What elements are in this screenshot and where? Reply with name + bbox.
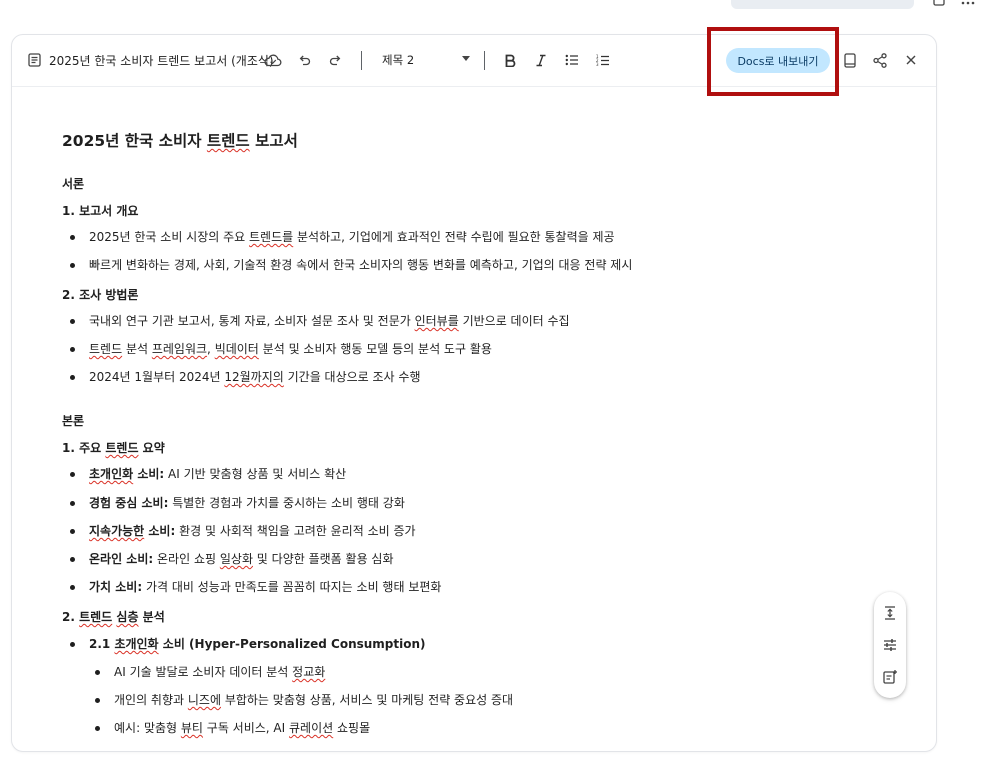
list-item: 국내외 연구 기관 보고서, 통계 자료, 소비자 설문 조사 및 전문가 인터… [70,313,570,329]
numbered-list-icon[interactable]: 123 [596,53,610,67]
list-item: 예시: 맞춤형 뷰티 구독 서비스, AI 큐레이션 쇼핑몰 [95,720,370,736]
svg-text:3: 3 [596,62,599,67]
add-note-icon[interactable] [882,669,898,685]
paragraph-style-select[interactable]: 제목 2 [382,49,470,71]
subsection-heading: 2. 트렌드 심층 분석 [62,610,165,624]
apps-icon[interactable] [933,0,947,6]
list-item: 2.1 초개인화 소비 (Hyper-Personalized Consumpt… [70,636,426,652]
top-search-bar[interactable] [731,0,914,9]
cloud-save-icon[interactable] [264,52,282,68]
toolbar-divider [361,51,362,70]
subsection-heading: 1. 주요 트렌드 요약 [62,441,165,455]
document-heading: 2025년 한국 소비자 트렌드 보고서 [62,132,298,150]
subsection-heading: 1. 보고서 개요 [62,204,139,218]
redo-icon[interactable] [328,53,342,67]
list-item: AI 기술 발달로 소비자 데이터 분석 정교화 [95,664,325,680]
list-item: 빠르게 변화하는 경제, 사회, 기술적 환경 속에서 한국 소비자의 행동 변… [70,257,632,273]
italic-icon[interactable] [534,53,548,67]
list-item: 개인의 취향과 니즈에 부합하는 맞춤형 상품, 서비스 및 마케팅 전략 중요… [95,692,513,708]
copy-icon[interactable] [843,52,857,68]
document-panel: 2025년 한국 소비자 트렌드 보고서 (개조식) 제목 2 123 Docs… [11,34,937,752]
list-item: 2024년 1월부터 2024년 12월까지의 기간을 대상으로 조사 수행 [70,369,421,385]
list-item: 트렌드 분석 프레임워크, 빅데이터 분석 및 소비자 행동 모델 등의 분석 … [70,341,492,357]
list-item: 온라인 소비: 온라인 쇼핑 일상화 및 다양한 플랫폼 활용 심화 [70,551,394,567]
bulleted-list-icon[interactable] [565,53,579,67]
document-body[interactable]: 2025년 한국 소비자 트렌드 보고서 서론 1. 보고서 개요 2025년 … [12,87,936,747]
undo-icon[interactable] [297,53,311,67]
chevron-down-icon [462,56,470,61]
paragraph-style-value: 제목 2 [382,53,415,67]
subsection-heading: 2. 조사 방법론 [62,288,139,302]
tune-icon[interactable] [882,637,898,653]
section-heading: 본론 [62,414,85,428]
more-icon[interactable] [961,0,975,6]
bold-icon[interactable] [503,53,517,67]
editor-toolbar: 2025년 한국 소비자 트렌드 보고서 (개조식) 제목 2 123 Docs… [12,35,936,87]
list-item: 초개인화 소비: AI 기반 맞춤형 상품 및 서비스 확산 [70,466,346,482]
list-item: 가치 소비: 가격 대비 성능과 만족도를 꼼꼼히 따지는 소비 행태 보편화 [70,579,441,595]
document-icon [27,53,41,67]
list-item: 지속가능한 소비: 환경 및 사회적 책임을 고려한 윤리적 소비 증가 [70,523,416,539]
share-icon[interactable] [872,52,888,68]
list-item: 경험 중심 소비: 특별한 경험과 가치를 중시하는 소비 행태 강화 [70,495,405,511]
toolbar-divider [484,51,485,70]
document-title: 2025년 한국 소비자 트렌드 보고서 (개조식) [49,54,274,68]
section-heading: 서론 [62,177,85,191]
close-icon[interactable] [905,54,917,66]
export-to-docs-button[interactable]: Docs로 내보내기 [726,48,830,73]
expand-length-icon[interactable] [882,605,898,621]
floating-tools [874,592,906,698]
list-item: 2025년 한국 소비 시장의 주요 트렌드를 분석하고, 기업에게 효과적인 … [70,229,615,245]
